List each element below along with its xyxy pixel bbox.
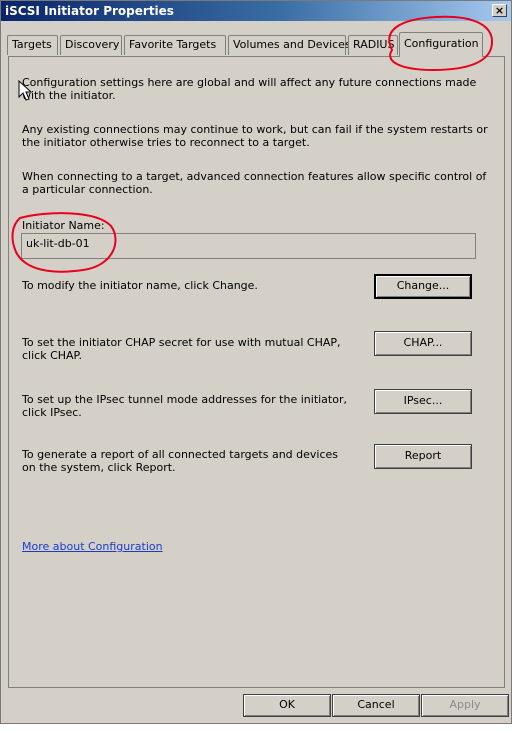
title-bar[interactable]: iSCSI Initiator Properties ×: [1, 1, 511, 21]
modify-name-text: To modify the initiator name, click Chan…: [22, 279, 258, 292]
ipsec-text: To set up the IPsec tunnel mode addresse…: [22, 393, 347, 419]
tab-favorite-targets[interactable]: Favorite Targets: [124, 35, 226, 55]
initiator-name-value: uk-lit-db-01: [26, 237, 90, 250]
initiator-name-field: uk-lit-db-01: [21, 233, 476, 259]
chap-button[interactable]: CHAP...: [374, 331, 472, 356]
tab-label: RADIUS: [353, 38, 395, 51]
intro-text: Configuration settings here are global a…: [22, 76, 477, 102]
ok-button[interactable]: OK: [243, 694, 331, 717]
cancel-button[interactable]: Cancel: [332, 694, 420, 717]
tab-configuration[interactable]: Configuration: [399, 32, 483, 57]
configuration-panel: Configuration settings here are global a…: [8, 56, 505, 688]
tab-label: Discovery: [65, 38, 120, 51]
tab-strip: Targets Discovery Favorite Targets Volum…: [7, 32, 507, 57]
report-button[interactable]: Report: [374, 444, 472, 469]
chap-text: To set the initiator CHAP secret for use…: [22, 336, 341, 362]
tab-targets[interactable]: Targets: [7, 35, 58, 55]
tab-label: Configuration: [404, 37, 479, 50]
apply-button[interactable]: Apply: [421, 694, 509, 717]
report-text: To generate a report of all connected ta…: [22, 448, 339, 474]
advanced-features-text: When connecting to a target, advanced co…: [22, 170, 487, 196]
window-title: iSCSI Initiator Properties: [5, 4, 174, 18]
mouse-pointer-icon: [18, 80, 33, 101]
tab-volumes-and-devices[interactable]: Volumes and Devices: [228, 35, 351, 55]
change-button[interactable]: Change...: [374, 274, 472, 299]
tab-radius[interactable]: RADIUS: [348, 35, 398, 55]
more-about-configuration-link[interactable]: More about Configuration: [22, 540, 163, 553]
tab-label: Targets: [12, 38, 52, 51]
existing-connections-text: Any existing connections may continue to…: [22, 123, 488, 149]
iscsi-initiator-properties-dialog: iSCSI Initiator Properties × Targets Dis…: [0, 0, 512, 724]
ipsec-button[interactable]: IPsec...: [374, 389, 472, 414]
close-button[interactable]: ×: [492, 4, 507, 17]
tab-label: Volumes and Devices: [233, 38, 351, 51]
tab-label: Favorite Targets: [129, 38, 217, 51]
close-icon: ×: [494, 4, 505, 17]
tab-discovery[interactable]: Discovery: [60, 35, 122, 55]
initiator-name-label: Initiator Name:: [22, 219, 105, 232]
